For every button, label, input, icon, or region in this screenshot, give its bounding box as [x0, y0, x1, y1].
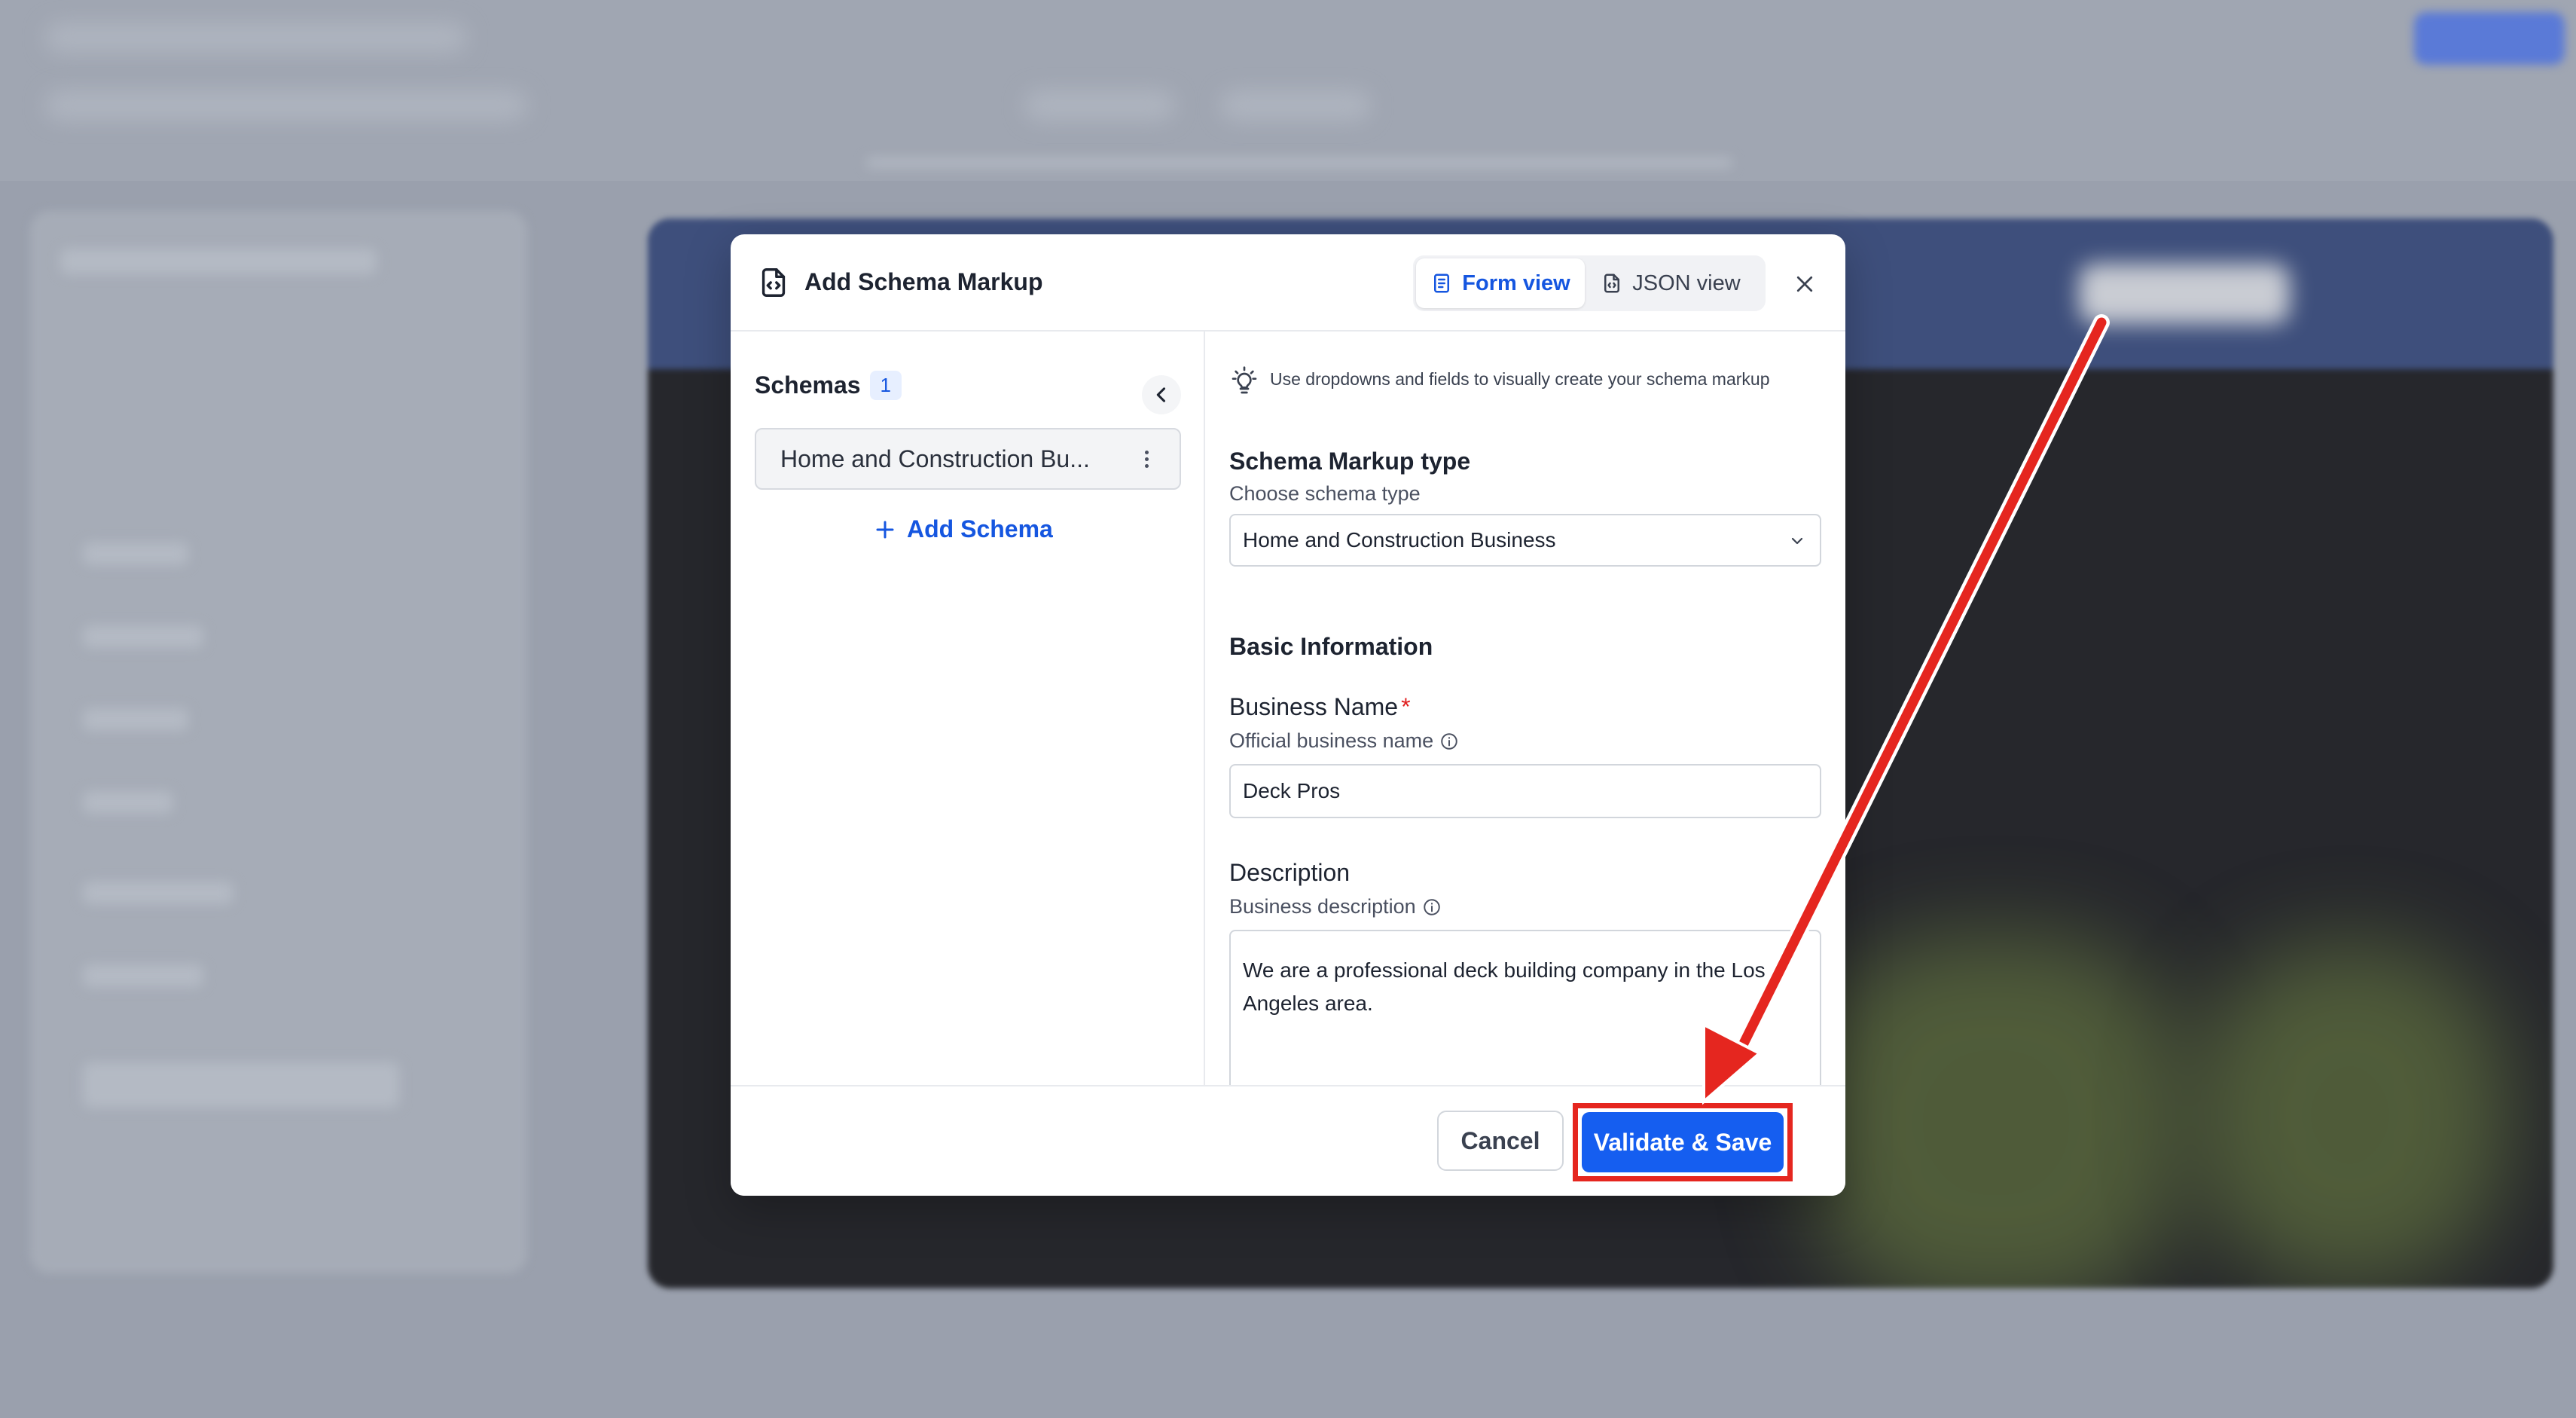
add-schema-markup-dialog: Add Schema Markup Form view JSON view Sc…	[731, 234, 1845, 1196]
dialog-footer: Cancel Validate & Save	[731, 1085, 1845, 1196]
form-hint: Use dropdowns and fields to visually cre…	[1229, 366, 1817, 396]
form-view-tab[interactable]: Form view	[1416, 258, 1585, 308]
background-element	[1220, 90, 1371, 121]
background-element	[83, 625, 203, 648]
background-element	[83, 791, 173, 814]
schemas-count-badge: 1	[869, 371, 902, 400]
schemas-heading: Schemas 1	[755, 371, 902, 400]
background-element	[1808, 934, 2184, 1288]
add-schema-label: Add Schema	[907, 515, 1053, 542]
schemas-label: Schemas	[755, 371, 861, 399]
business-name-input[interactable]	[1229, 764, 1821, 818]
background-element	[866, 158, 1732, 167]
json-view-label: JSON view	[1632, 270, 1741, 295]
form-document-icon	[1434, 274, 1450, 293]
info-icon[interactable]	[1422, 897, 1442, 917]
close-button[interactable]	[1788, 267, 1821, 301]
background-element	[83, 542, 188, 565]
json-file-icon	[1604, 274, 1620, 293]
background-element	[83, 882, 233, 904]
json-view-tab[interactable]: JSON view	[1585, 258, 1757, 308]
form-view-label: Form view	[1462, 270, 1570, 295]
description-textarea[interactable]: We are a professional deck building comp…	[1229, 930, 1821, 1085]
markup-type-subtitle-text: Choose schema type	[1229, 482, 1421, 505]
cancel-button[interactable]: Cancel	[1437, 1111, 1564, 1171]
dialog-header: Add Schema Markup Form view JSON view	[731, 234, 1845, 332]
required-asterisk: *	[1401, 693, 1411, 720]
chevron-left-icon	[1156, 387, 1166, 402]
background-element	[45, 23, 467, 53]
form-hint-text: Use dropdowns and fields to visually cre…	[1270, 369, 1770, 389]
background-element	[1024, 90, 1175, 121]
business-name-subtitle-text: Official business name	[1229, 729, 1434, 752]
markup-type-subtitle: Choose schema type	[1229, 482, 1421, 506]
schema-type-select[interactable]: Home and Construction Business	[1229, 514, 1821, 567]
more-options-icon[interactable]	[1137, 450, 1155, 468]
background-element	[2192, 942, 2508, 1288]
basic-information-title: Basic Information	[1229, 633, 1433, 660]
chevron-down-icon	[1791, 537, 1803, 545]
close-icon	[1796, 276, 1813, 292]
add-schema-button[interactable]: Add Schema	[874, 515, 1053, 543]
schema-item-label: Home and Construction Bu...	[780, 445, 1090, 472]
plus-icon	[876, 521, 894, 538]
schema-file-icon	[756, 265, 791, 300]
dialog-title: Add Schema Markup	[804, 268, 1043, 295]
business-name-label-text: Business Name	[1229, 693, 1399, 720]
view-toggle: Form view JSON view	[1413, 255, 1766, 311]
info-icon[interactable]	[1439, 732, 1459, 751]
background-element	[83, 1062, 399, 1108]
schema-list-item[interactable]: Home and Construction Bu...	[755, 428, 1181, 490]
background-element	[83, 708, 188, 731]
background-element	[30, 211, 527, 1273]
business-name-subtitle: Official business name	[1229, 729, 1459, 753]
background-element	[2079, 264, 2290, 324]
background-element	[2414, 12, 2565, 65]
collapse-sidebar-button[interactable]	[1142, 375, 1181, 414]
lightbulb-icon	[1232, 366, 1257, 394]
description-subtitle: Business description	[1229, 895, 1442, 918]
business-name-label: Business Name *	[1229, 693, 1411, 721]
background-element	[83, 964, 203, 987]
markup-type-title: Schema Markup type	[1229, 448, 1471, 475]
background-element	[45, 90, 527, 121]
description-subtitle-text: Business description	[1229, 895, 1416, 918]
schemas-sidebar: Schemas 1 Home and Construction Bu... Ad…	[731, 332, 1205, 1085]
background-element	[60, 249, 377, 274]
schema-form: Use dropdowns and fields to visually cre…	[1207, 332, 1845, 1085]
schema-type-selected-value: Home and Construction Business	[1243, 528, 1556, 552]
validate-and-save-button[interactable]: Validate & Save	[1582, 1112, 1784, 1172]
description-label: Description	[1229, 859, 1351, 886]
